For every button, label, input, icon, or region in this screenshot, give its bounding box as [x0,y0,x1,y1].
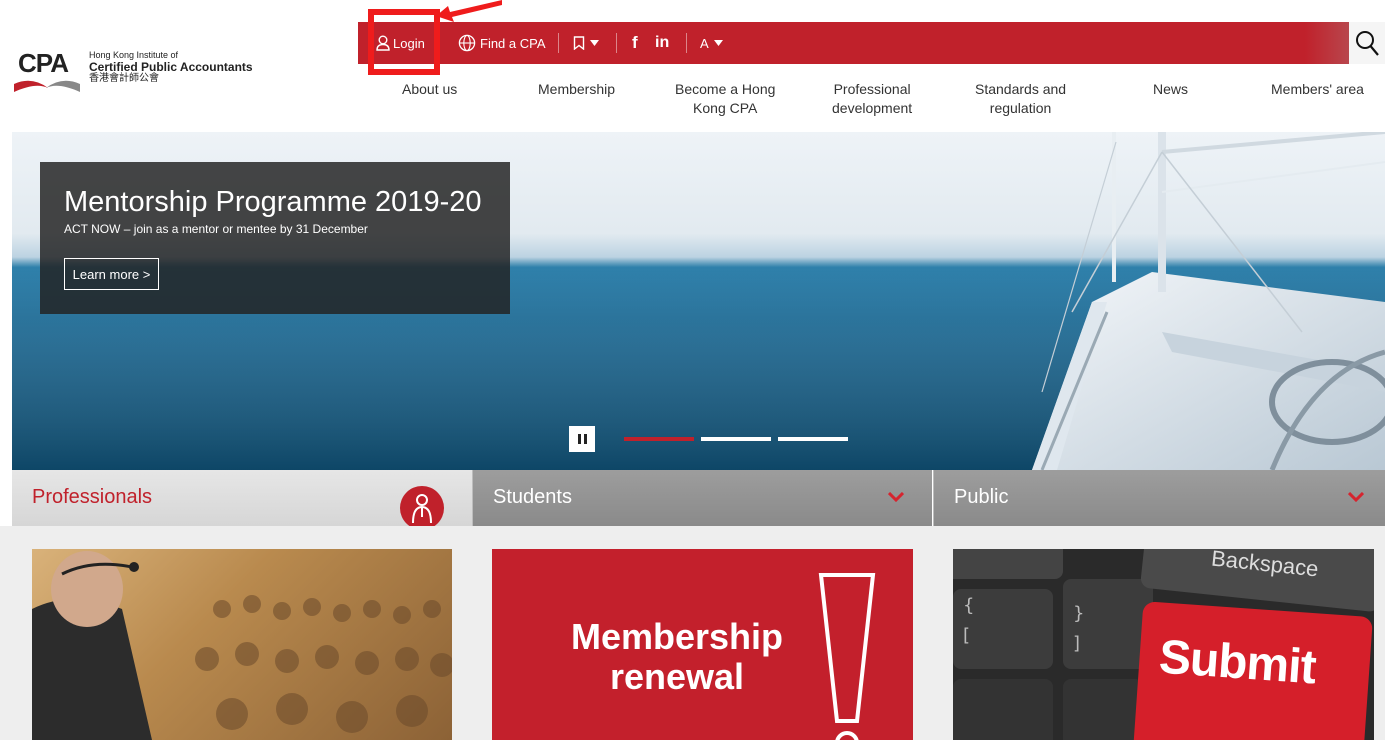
user-icon [376,35,390,51]
bookmark-icon [573,36,585,50]
find-cpa-label: Find a CPA [480,35,546,51]
font-size-label: A [700,35,709,51]
tab-students-label: Students [493,486,572,508]
learn-more-button[interactable]: Learn more > [64,258,159,290]
slide-indicator-3[interactable] [778,437,848,441]
tab-students[interactable]: Students [472,470,932,526]
logo-line3: 香港會計師公會 [89,72,159,84]
svg-text:}: } [1073,603,1084,624]
bookmark-menu[interactable] [573,22,599,64]
nav-about[interactable]: About us [402,80,457,99]
find-cpa-link[interactable]: Find a CPA [458,22,546,64]
renewal-headline: Membership renewal [542,617,812,697]
top-utility-bar: Login Find a CPA f in A [358,22,1385,64]
slide-indicator-2[interactable] [701,437,771,441]
nav-become-cpa[interactable]: Become a Hong Kong CPA [675,80,775,118]
tab-public-label: Public [954,486,1009,508]
pause-icon [577,434,581,444]
arrow-icon [436,0,502,22]
svg-text:[: [ [963,625,970,646]
nav-members-area[interactable]: Members' area [1271,80,1364,99]
card-conference[interactable] [32,549,452,740]
nav-become-line1: Become a Hong [675,81,776,97]
globe-icon [458,34,476,52]
nav-profdev-line1: Professional [833,81,911,97]
nav-membership[interactable]: Membership [538,80,615,99]
renewal-line2: renewal [609,656,745,697]
login-label: Login [393,35,425,51]
nav-profdev-line2: development [832,100,913,116]
hero-caption: Mentorship Programme 2019-20 ACT NOW – j… [40,162,510,314]
hero-subtitle: ACT NOW – join as a mentor or mentee by … [64,222,368,236]
login-link[interactable]: Login [376,22,425,64]
nav-standards-line1: Standards and [975,81,1067,97]
search-icon [1356,31,1379,56]
logo-text: Hong Kong Institute of Certified Public … [89,50,253,84]
slide-indicator-1[interactable] [624,437,694,441]
hero-title: Mentorship Programme 2019-20 [64,186,482,218]
site-logo[interactable]: CPA Hong Kong Institute of Certified Pub… [12,48,262,100]
topbar-divider [558,33,559,53]
logo-swoosh-icon [14,80,80,92]
main-navigation: About us Membership Become a Hong Kong C… [358,64,1385,124]
topbar-divider [686,33,687,53]
nav-professional-development[interactable]: Professional development [832,80,912,118]
nav-news[interactable]: News [1153,80,1188,99]
topbar-divider [616,33,617,53]
renewal-line1: Membership [570,616,784,657]
font-size-menu[interactable]: A [700,22,723,64]
svg-text:]: ] [1073,633,1080,654]
caret-down-icon [713,40,723,46]
tab-professionals-label: Professionals [32,486,153,508]
person-icon [400,486,444,530]
nav-become-line2: Kong CPA [693,100,758,116]
search-button[interactable] [1349,22,1385,64]
conference-image [32,551,452,740]
facebook-icon[interactable]: f [632,22,638,64]
exclamation-icon [818,573,876,740]
tab-public[interactable]: Public [933,470,1385,526]
pause-button[interactable] [569,426,595,452]
linkedin-icon[interactable]: in [655,22,669,64]
submit-key-label: Submit [1157,630,1318,695]
logo-line2: Certified Public Accountants [89,59,253,74]
nav-standards[interactable]: Standards and regulation [975,80,1066,118]
caret-down-icon [590,40,599,46]
nav-standards-line2: regulation [989,100,1052,116]
svg-text:{: { [963,595,974,616]
search-fade [1305,22,1349,64]
logo-abbr: CPA [18,48,69,78]
chevron-down-icon [888,492,904,502]
pause-icon [583,434,587,444]
card-membership-renewal[interactable]: Membership renewal [492,549,913,740]
hero-carousel: Mentorship Programme 2019-20 ACT NOW – j… [12,132,1385,470]
chevron-down-icon [1348,492,1364,502]
card-submit[interactable]: { [ } ] Backspace Submit [953,549,1374,740]
